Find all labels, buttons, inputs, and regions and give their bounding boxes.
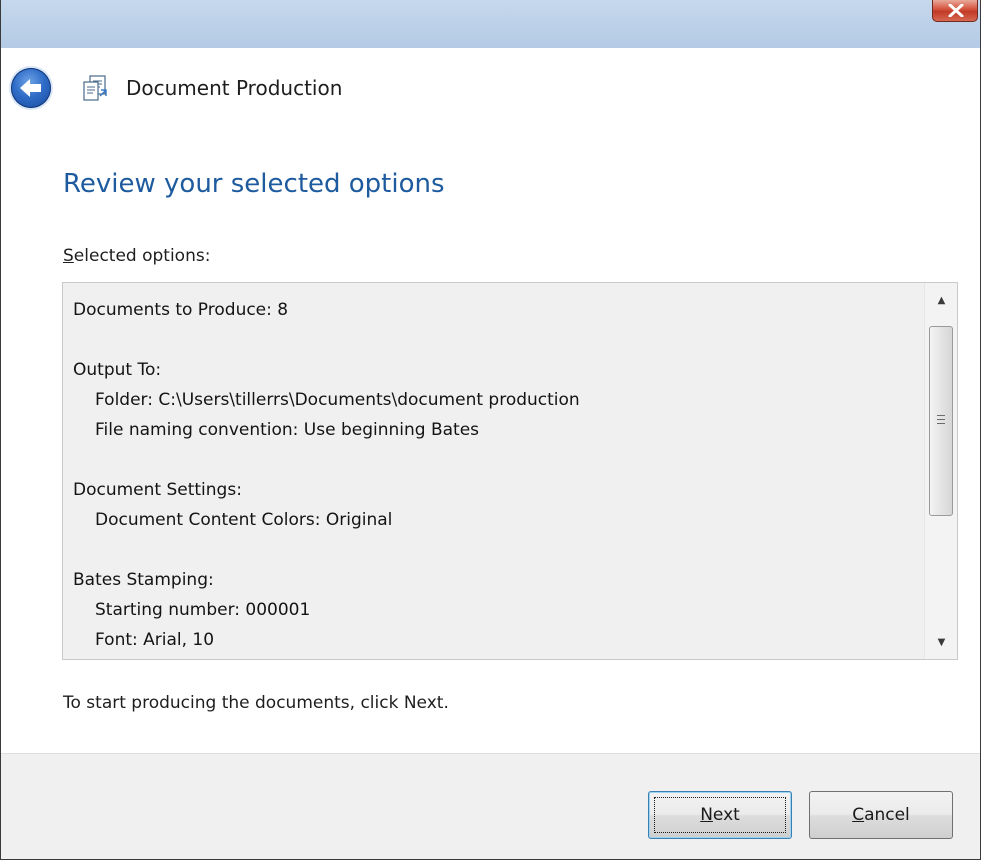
option-blank-line <box>73 535 913 565</box>
option-line: Document Content Colors: Original <box>95 510 393 530</box>
vertical-scrollbar[interactable]: ▲ ▼ <box>924 283 957 659</box>
page-heading: Review your selected options <box>63 169 445 199</box>
option-line: Output To: <box>73 360 162 380</box>
cancel-mnemonic: C <box>852 805 865 825</box>
close-icon <box>948 4 964 17</box>
options-label-text: elected options: <box>73 246 211 266</box>
option-line: Document Settings: <box>73 480 242 500</box>
option-blank-line <box>73 445 913 475</box>
instruction-text: To start producing the documents, click … <box>63 693 449 713</box>
document-production-icon <box>83 75 107 101</box>
scroll-up-button[interactable]: ▲ <box>925 283 958 317</box>
cancel-button[interactable]: Cancel <box>809 791 953 839</box>
next-button[interactable]: Next <box>648 791 792 839</box>
selected-options-label: Selected options: <box>63 245 210 267</box>
option-blank-line <box>73 325 913 355</box>
option-line: Bates Stamping: <box>73 570 214 590</box>
option-line: Starting number: 000001 <box>95 600 311 620</box>
back-arrow-icon <box>20 79 41 97</box>
scroll-down-button[interactable]: ▼ <box>925 625 958 659</box>
option-line: File naming convention: Use beginning Ba… <box>95 420 480 440</box>
cancel-button-label: Cancel <box>852 805 910 825</box>
title-bar[interactable] <box>1 0 980 48</box>
scroll-thumb[interactable] <box>929 326 953 516</box>
window-title: Document Production <box>126 76 343 100</box>
close-button[interactable] <box>932 0 978 22</box>
cancel-rest: ancel <box>864 805 910 825</box>
option-line: Folder: C:\Users\tillerrs\Documents\docu… <box>95 390 580 410</box>
option-line: Font: Arial, 10 <box>95 630 215 650</box>
scroll-grip-icon <box>937 415 945 424</box>
options-text: Documents to Produce: 8 Output To: Folder:… <box>73 295 913 655</box>
dialog-header: Document Production <box>1 48 980 128</box>
dialog-footer: Next Cancel <box>1 753 980 859</box>
chevron-up-icon: ▲ <box>937 294 946 306</box>
chevron-down-icon: ▼ <box>937 636 946 648</box>
options-label-mnemonic: S <box>63 246 74 266</box>
selected-options-textbox[interactable]: Documents to Produce: 8 Output To: Folder:… <box>62 282 958 660</box>
back-button[interactable] <box>11 68 51 108</box>
option-line: Documents to Produce: 8 <box>73 300 289 320</box>
focus-rectangle <box>654 797 786 833</box>
document-production-dialog: Document Production Review your selected… <box>0 0 981 860</box>
